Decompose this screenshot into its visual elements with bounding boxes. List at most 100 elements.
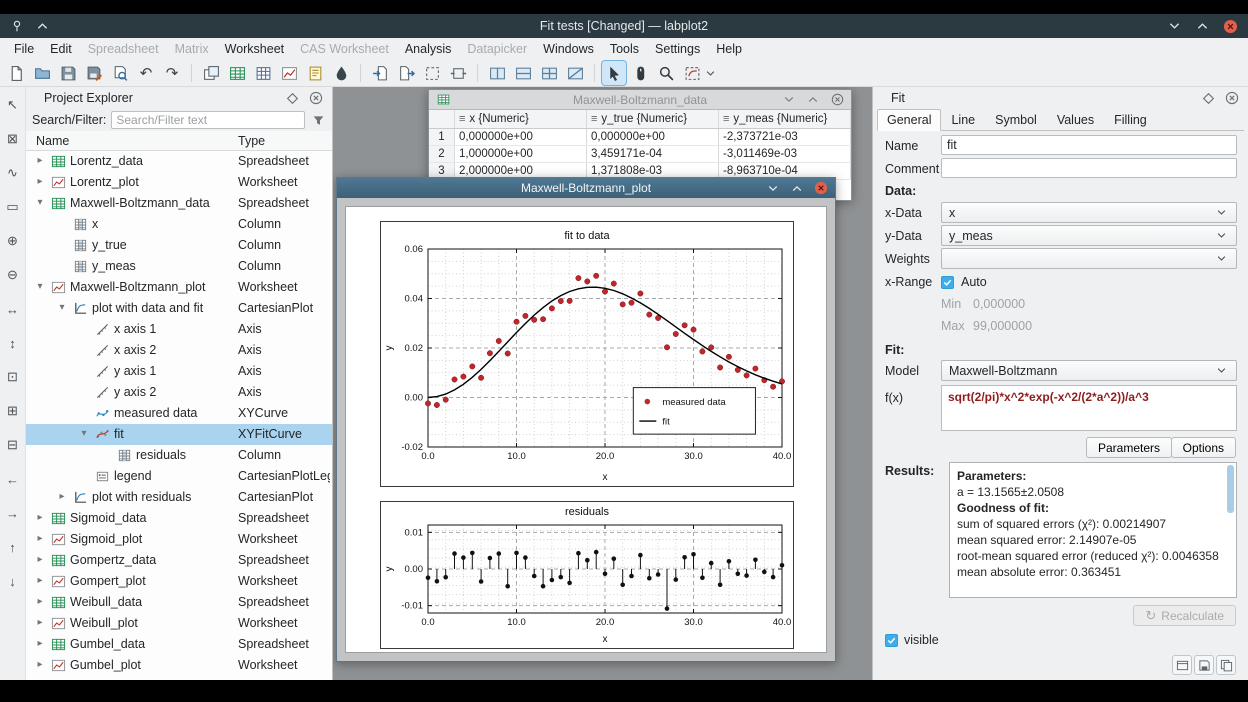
menu-file[interactable]: File	[6, 40, 42, 58]
zoom-in-tool-button[interactable]: ⊕	[3, 231, 23, 251]
new-datapicker-button[interactable]	[329, 61, 353, 85]
chevron-down-icon[interactable]: ▾	[34, 280, 46, 294]
tree-row-maxwell-boltzmann-plot[interactable]: ▾Maxwell-Boltzmann_plotWorksheet	[26, 277, 332, 298]
tab-values[interactable]: Values	[1047, 109, 1104, 131]
parameters-button[interactable]: Parameters	[1086, 437, 1172, 458]
add-curve-tool-button[interactable]: ∿	[3, 163, 23, 183]
fit-dock-header[interactable]: Fit	[873, 87, 1248, 109]
visible-checkbox[interactable]	[885, 634, 898, 647]
tree-row-gompertz-data[interactable]: ▸Gompertz_dataSpreadsheet	[26, 550, 332, 571]
chevron-down-icon[interactable]: ▾	[34, 196, 46, 210]
tree-row-y-axis-1[interactable]: y axis 1Axis	[26, 361, 332, 382]
save-as-button[interactable]	[82, 61, 106, 85]
menu-worksheet[interactable]: Worksheet	[217, 40, 293, 58]
select-mode-button[interactable]	[602, 61, 626, 85]
options-button[interactable]: Options	[1171, 437, 1236, 458]
zoom-select-tool-button[interactable]: ⊠	[3, 129, 23, 149]
menu-windows[interactable]: Windows	[535, 40, 602, 58]
tree-row-sigmoid-data[interactable]: ▸Sigmoid_dataSpreadsheet	[26, 508, 332, 529]
name-field[interactable]	[941, 135, 1237, 155]
shift-down-tool-button[interactable]: ↓	[3, 571, 23, 591]
chevron-right-icon[interactable]: ▸	[34, 658, 46, 672]
auto-scale-tool-button[interactable]: ⊡	[3, 367, 23, 387]
chevron-right-icon[interactable]: ▸	[34, 637, 46, 651]
chevron-down-icon[interactable]	[781, 92, 797, 108]
shift-right-tool-button[interactable]: →	[3, 503, 23, 523]
close-icon[interactable]	[813, 180, 829, 196]
chevron-right-icon[interactable]: ▸	[34, 175, 46, 189]
results-scrollbar[interactable]	[1227, 465, 1234, 513]
chevron-up-icon[interactable]	[1194, 18, 1210, 34]
chevron-down-icon[interactable]: ▾	[78, 427, 90, 441]
results-box[interactable]: Parameters:a = 13.1565±2.0508Goodness of…	[949, 462, 1237, 598]
worksheet-page[interactable]: fit to data0.010.020.030.040.0-0.020.000…	[345, 206, 827, 653]
column-header-name[interactable]: Name	[26, 134, 238, 148]
menu-help[interactable]: Help	[708, 40, 750, 58]
comment-field[interactable]	[941, 158, 1237, 178]
split-vertical-button[interactable]	[485, 61, 509, 85]
x-data-combobox[interactable]: x	[941, 202, 1237, 223]
weights-combobox[interactable]	[941, 248, 1237, 269]
chevron-right-icon[interactable]: ▸	[56, 490, 68, 504]
tree-row-y-meas[interactable]: y_measColumn	[26, 256, 332, 277]
zoom-x-tool-button[interactable]: ↔	[3, 299, 23, 319]
chevron-right-icon[interactable]: ▸	[34, 553, 46, 567]
tab-filling[interactable]: Filling	[1104, 109, 1157, 131]
tree-row-plot-with-residuals[interactable]: ▸plot with residualsCartesianPlot	[26, 487, 332, 508]
tree-row-x[interactable]: xColumn	[26, 214, 332, 235]
row-number[interactable]: 1	[429, 129, 455, 145]
tree-row-gompert-plot[interactable]: ▸Gompert_plotWorksheet	[26, 571, 332, 592]
float-dock-icon[interactable]	[1200, 90, 1216, 106]
spreadsheet-cell[interactable]: -2,373721e-03	[719, 129, 851, 145]
chevron-down-icon[interactable]	[1166, 18, 1182, 34]
add-plot-dropdown-icon[interactable]	[706, 70, 716, 77]
fit-selection-button[interactable]	[446, 61, 470, 85]
new-spreadsheet-button[interactable]	[225, 61, 249, 85]
ruler-tool-button[interactable]: ▭	[3, 197, 23, 217]
tree-row-weibull-plot[interactable]: ▸Weibull_plotWorksheet	[26, 613, 332, 634]
template-load-icon[interactable]	[1172, 655, 1192, 675]
pin-icon[interactable]	[9, 18, 25, 34]
tree-row-x-axis-2[interactable]: x axis 2Axis	[26, 340, 332, 361]
spreadsheet-cell[interactable]: 3,459171e-04	[587, 146, 719, 162]
new-workbook-button[interactable]	[199, 61, 223, 85]
tree-row-x-axis-1[interactable]: x axis 1Axis	[26, 319, 332, 340]
row-number[interactable]: 2	[429, 146, 455, 162]
import-file-button[interactable]	[368, 61, 392, 85]
spreadsheet-cell[interactable]: 0,000000e+00	[587, 129, 719, 145]
close-dock-icon[interactable]	[1224, 90, 1240, 106]
spreadsheet-cell[interactable]: -3,011469e-03	[719, 146, 851, 162]
recalculate-button[interactable]: ↻ Recalculate	[1133, 605, 1236, 626]
tree-row-gumbel-plot[interactable]: ▸Gumbel_plotWorksheet	[26, 655, 332, 676]
spreadsheet-cell[interactable]: 0,000000e+00	[455, 129, 587, 145]
tree-row-lorentz-plot[interactable]: ▸Lorentz_plotWorksheet	[26, 172, 332, 193]
tree-row-plot-with-data-and-fit[interactable]: ▾plot with data and fitCartesianPlot	[26, 298, 332, 319]
tree-row-y-axis-2[interactable]: y axis 2Axis	[26, 382, 332, 403]
close-icon[interactable]	[1222, 18, 1238, 34]
zoom-y-tool-button[interactable]: ↕	[3, 333, 23, 353]
tree-row-measured-data[interactable]: measured dataXYCurve	[26, 403, 332, 424]
column-header[interactable]: ≡y_meas {Numeric}	[719, 110, 851, 128]
new-matrix-button[interactable]	[251, 61, 275, 85]
tree-row-legend[interactable]: legendCartesianPlotLegend	[26, 466, 332, 487]
titlebar[interactable]: Fit tests [Changed] — labplot2	[0, 14, 1248, 38]
chevron-up-icon[interactable]	[805, 92, 821, 108]
export-file-button[interactable]	[394, 61, 418, 85]
formula-box[interactable]: sqrt(2/pi)*x^2*exp(-x^2/(2*a^2))/a^3	[941, 385, 1237, 431]
plot-residuals[interactable]: residuals0.010.020.030.040.0-0.010.000.0…	[380, 501, 794, 649]
tree-row-sigmoid-plot[interactable]: ▸Sigmoid_plotWorksheet	[26, 529, 332, 550]
select-region-button[interactable]	[420, 61, 444, 85]
spreadsheet-cell[interactable]: 1,000000e+00	[455, 146, 587, 162]
template-save-icon[interactable]	[1194, 655, 1214, 675]
new-worksheet-button[interactable]	[277, 61, 301, 85]
spreadsheet-window-titlebar[interactable]: Maxwell-Boltzmann_data	[429, 90, 851, 110]
tab-line[interactable]: Line	[941, 109, 985, 131]
chevron-right-icon[interactable]: ▸	[34, 511, 46, 525]
tree-row-y-true[interactable]: y_trueColumn	[26, 235, 332, 256]
shift-up-tool-button[interactable]: ↑	[3, 537, 23, 557]
split-horizontal-button[interactable]	[511, 61, 535, 85]
tree-row-residuals[interactable]: residualsColumn	[26, 445, 332, 466]
shift-left-tool-button[interactable]: ←	[3, 469, 23, 489]
menu-spreadsheet[interactable]: Spreadsheet	[80, 40, 167, 58]
close-icon[interactable]	[829, 92, 845, 108]
